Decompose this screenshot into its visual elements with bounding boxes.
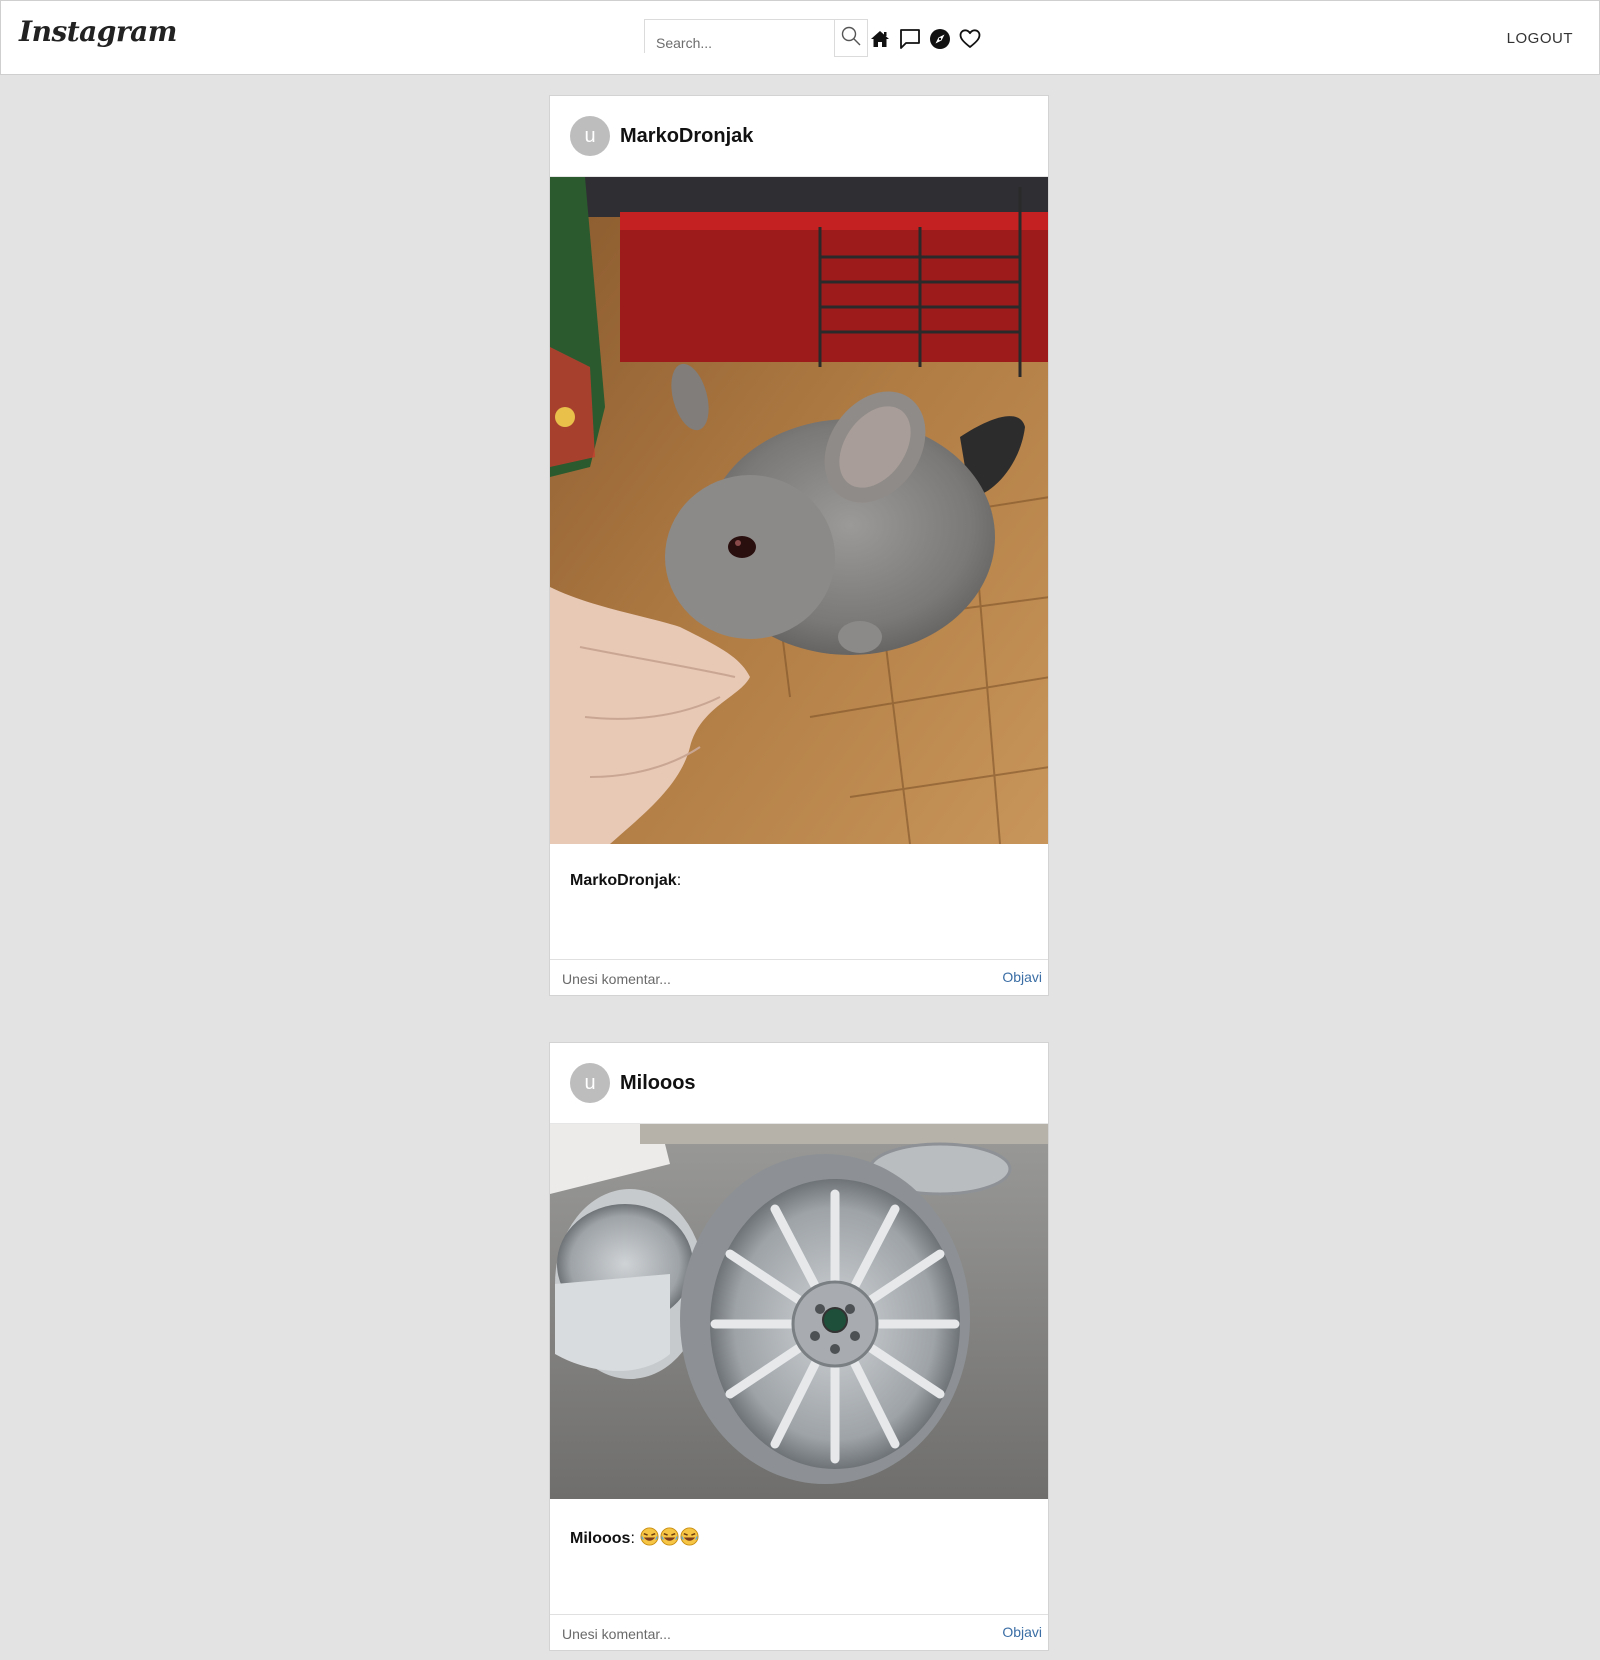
- comment-row: Objavi: [550, 960, 1048, 997]
- post-username[interactable]: MarkoDronjak: [620, 125, 753, 148]
- chinchilla-photo: [550, 177, 1048, 844]
- top-navbar: Instagram Search... LOGOUT: [0, 0, 1600, 75]
- heart-icon: [959, 29, 981, 48]
- post-username[interactable]: Milooos: [620, 1072, 696, 1095]
- laughing-emoji: [660, 1527, 679, 1551]
- activity-button[interactable]: [959, 28, 981, 50]
- comment-input[interactable]: [560, 960, 944, 997]
- post-comment-button[interactable]: Objavi: [1002, 969, 1042, 985]
- comment-input[interactable]: [560, 1615, 944, 1652]
- laughing-emoji: [640, 1527, 659, 1551]
- post-card: u Milooos Milooos: Unesi komentar... Obj…: [549, 1042, 1049, 1652]
- caption-username[interactable]: MarkoDronjak: [570, 872, 677, 889]
- post-caption: MarkoDronjak:: [570, 872, 681, 890]
- comment-row: Objavi: [550, 1615, 1048, 1652]
- search-icon: [841, 26, 861, 46]
- caption-area: MarkoDronjak:: [550, 844, 1048, 960]
- search-bar: [644, 19, 868, 57]
- explore-button[interactable]: [929, 28, 951, 50]
- search-input[interactable]: [644, 19, 834, 53]
- search-button[interactable]: [834, 19, 868, 57]
- post-photo[interactable]: [550, 1124, 1048, 1499]
- post-caption: Milooos:: [570, 1527, 699, 1551]
- compass-icon: [930, 29, 950, 49]
- caption-area: Milooos:: [550, 1499, 1048, 1615]
- post-card: u MarkoDronjak MarkoDronjak: Unesi komen…: [549, 95, 1049, 997]
- nav-icons: [869, 28, 981, 50]
- avatar[interactable]: u: [570, 1063, 610, 1103]
- post-photo[interactable]: [550, 177, 1048, 844]
- laughing-emoji: [680, 1527, 699, 1551]
- message-icon: [900, 29, 920, 49]
- avatar[interactable]: u: [570, 116, 610, 156]
- post-comment-button[interactable]: Objavi: [1002, 1624, 1042, 1640]
- home-icon: [871, 31, 889, 47]
- wheel-rims-photo: [550, 1124, 1048, 1499]
- home-button[interactable]: [869, 28, 891, 50]
- logout-button[interactable]: LOGOUT: [1507, 30, 1573, 47]
- instagram-logo[interactable]: Instagram: [19, 15, 177, 48]
- post-header: u Milooos: [550, 1043, 1048, 1124]
- messages-button[interactable]: [899, 28, 921, 50]
- caption-separator: :: [676, 872, 682, 889]
- caption-username[interactable]: Milooos: [570, 1530, 630, 1547]
- post-header: u MarkoDronjak: [550, 96, 1048, 177]
- caption-separator: :: [630, 1530, 635, 1547]
